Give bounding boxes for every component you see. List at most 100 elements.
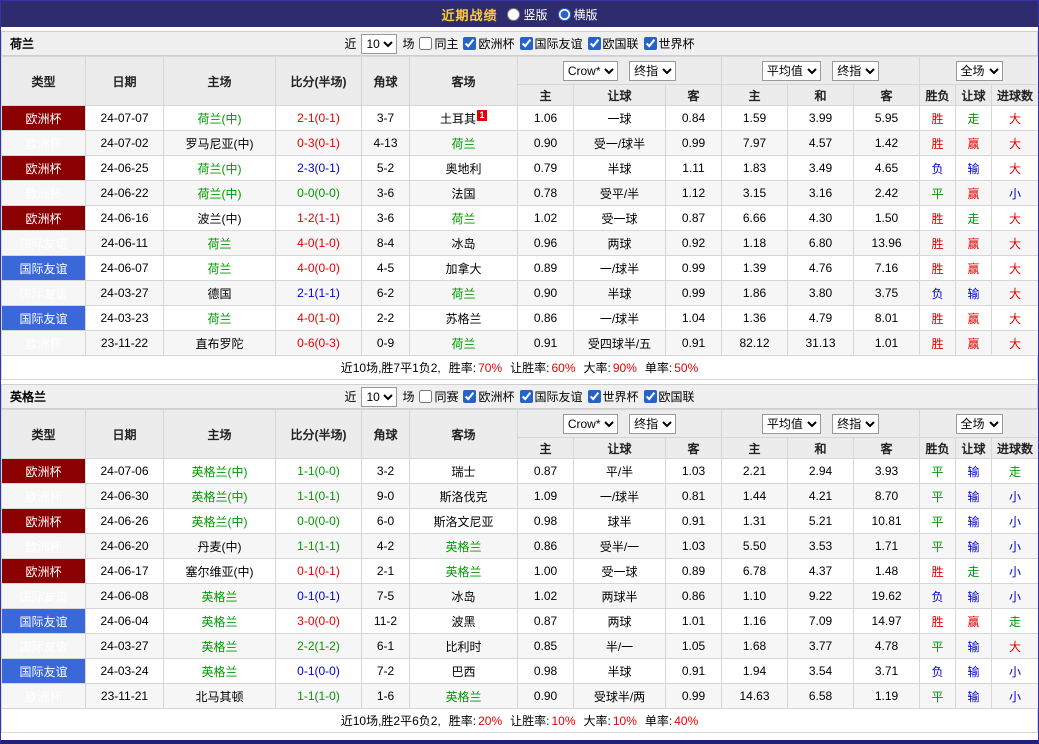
competition-filter[interactable]: 欧国联 [587, 35, 639, 52]
match-row: 国际友谊 24-06-08 英格兰 0-1(0-1) 7-5 冰岛 1.02 两球半 0.86 1… [1, 583, 1038, 609]
horizontal-layout-radio[interactable] [557, 7, 571, 21]
away-team-cell[interactable]: 英格兰 [409, 558, 518, 584]
home-team-cell[interactable]: 英格兰 [163, 608, 276, 634]
home-team-cell[interactable]: 英格兰(中) [163, 508, 276, 534]
home-team-cell[interactable]: 波兰(中) [163, 205, 276, 231]
odds-source-select[interactable]: Crow* [562, 60, 618, 81]
date-cell: 24-07-06 [85, 458, 164, 484]
result-wdl-cell: 胜 [919, 330, 957, 356]
vertical-layout-radio[interactable] [507, 7, 521, 21]
recent-count-select[interactable]: 10 [361, 386, 398, 407]
home-team-cell[interactable]: 荷兰(中) [163, 155, 276, 181]
home-team-cell[interactable]: 塞尔维亚(中) [163, 558, 276, 584]
competition-checkbox[interactable] [463, 37, 477, 50]
home-team-cell[interactable]: 北马其顿 [163, 683, 276, 709]
layout-option-horizontal[interactable]: 横版 [557, 6, 598, 23]
handicap-cell: 受球半/两 [573, 683, 666, 709]
odds-stage-select[interactable]: 终指 [629, 60, 677, 81]
competition-filter[interactable]: 欧国联 [643, 388, 695, 405]
summary-stat-label: 单率: [644, 714, 673, 728]
home-team-cell[interactable]: 荷兰 [163, 255, 276, 281]
competition-checkbox[interactable] [587, 390, 601, 403]
home-team-cell[interactable]: 荷兰 [163, 305, 276, 331]
summary-stat-value: 10% [612, 713, 637, 728]
competition-checkbox[interactable] [587, 37, 601, 50]
competition-checkbox[interactable] [643, 37, 657, 50]
recent-count-select[interactable]: 10 [361, 33, 398, 54]
competition-checkbox[interactable] [463, 390, 477, 403]
result-goals-cell: 小 [991, 533, 1038, 559]
home-team-cell[interactable]: 直布罗陀 [163, 330, 276, 356]
col-home: 主场 [163, 56, 276, 106]
home-team-cell[interactable]: 罗马尼亚(中) [163, 130, 276, 156]
scope-select[interactable]: 全场 [955, 60, 1003, 81]
away-team-cell[interactable]: 荷兰 [409, 205, 518, 231]
away-team-cell[interactable]: 英格兰 [409, 683, 518, 709]
average-select[interactable]: 平均值 [761, 413, 821, 434]
away-team-cell[interactable]: 奥地利 [409, 155, 518, 181]
odds-stage-select[interactable]: 终指 [629, 413, 677, 434]
home-team-cell[interactable]: 英格兰(中) [163, 458, 276, 484]
away-team-cell[interactable]: 瑞士 [409, 458, 518, 484]
home-team-cell[interactable]: 丹麦(中) [163, 533, 276, 559]
col-type: 类型 [1, 409, 86, 459]
competition-filter[interactable]: 欧洲杯 [463, 388, 515, 405]
competition-filter[interactable]: 世界杯 [587, 388, 639, 405]
home-team-cell[interactable]: 荷兰(中) [163, 105, 276, 131]
date-cell: 24-03-24 [85, 658, 164, 684]
competition-filter[interactable]: 世界杯 [643, 35, 695, 52]
competition-filter[interactable]: 欧洲杯 [463, 35, 515, 52]
scope-select-cell: 全场 [919, 409, 1038, 438]
away-team-cell[interactable]: 巴西 [409, 658, 518, 684]
col-result-goals: 进球数 [991, 84, 1038, 106]
away-team-cell[interactable]: 斯洛伐克 [409, 483, 518, 509]
handicap-cell: 一球 [573, 105, 666, 131]
layout-option-vertical[interactable]: 竖版 [507, 6, 548, 23]
same-filter-checkbox[interactable] [419, 37, 433, 50]
same-filter-checkbox[interactable] [419, 390, 433, 403]
home-team-cell[interactable]: 英格兰 [163, 658, 276, 684]
result-goals-cell: 小 [991, 180, 1038, 206]
home-team-cell[interactable]: 德国 [163, 280, 276, 306]
home-team-cell[interactable]: 英格兰 [163, 583, 276, 609]
competition-filter[interactable]: 国际友谊 [519, 35, 583, 52]
result-wdl-cell: 平 [919, 483, 957, 509]
away-team-cell[interactable]: 冰岛 [409, 583, 518, 609]
home-team-cell[interactable]: 英格兰 [163, 633, 276, 659]
col-result-wdl: 胜负 [919, 437, 957, 459]
competition-cell: 欧洲杯 [1, 155, 86, 181]
result-wdl-cell: 胜 [919, 305, 957, 331]
away-team-cell[interactable]: 苏格兰 [409, 305, 518, 331]
home-team-cell[interactable]: 英格兰(中) [163, 483, 276, 509]
competition-checkbox[interactable] [519, 390, 533, 403]
competition-filter[interactable]: 国际友谊 [519, 388, 583, 405]
match-row: 国际友谊 24-06-11 荷兰 4-0(1-0) 8-4 冰岛 0.96 两球 0.92 1.1… [1, 230, 1038, 256]
away-team-cell[interactable]: 加拿大 [409, 255, 518, 281]
away-team-cell[interactable]: 冰岛 [409, 230, 518, 256]
away-team-cell[interactable]: 荷兰 [409, 130, 518, 156]
away-team-cell[interactable]: 土耳其 1 [409, 105, 518, 131]
matches-table: 类型 日期 主场 比分(半场) 角球 客场 Crow* 终指 平均值 终指 全场… [1, 56, 1038, 356]
same-filter[interactable]: 同赛 [419, 388, 458, 405]
away-team-cell[interactable]: 比利时 [409, 633, 518, 659]
competition-checkbox[interactable] [519, 37, 533, 50]
same-filter[interactable]: 同主 [419, 35, 458, 52]
home-team-cell[interactable]: 荷兰(中) [163, 180, 276, 206]
away-team-cell[interactable]: 波黑 [409, 608, 518, 634]
avg-away-cell: 4.78 [853, 633, 921, 659]
odds-source-select[interactable]: Crow* [562, 413, 618, 434]
scope-select[interactable]: 全场 [955, 413, 1003, 434]
average-select[interactable]: 平均值 [761, 60, 821, 81]
home-team-cell[interactable]: 荷兰 [163, 230, 276, 256]
match-row: 欧洲杯 24-06-30 英格兰(中) 1-1(0-1) 9-0 斯洛伐克 1.09 一/球半… [1, 483, 1038, 509]
competition-cell: 欧洲杯 [1, 180, 86, 206]
away-team-cell[interactable]: 荷兰 [409, 280, 518, 306]
away-team-cell[interactable]: 法国 [409, 180, 518, 206]
competition-cell: 国际友谊 [1, 583, 86, 609]
average-stage-select[interactable]: 终指 [832, 60, 880, 81]
average-stage-select[interactable]: 终指 [832, 413, 880, 434]
away-team-cell[interactable]: 英格兰 [409, 533, 518, 559]
away-team-cell[interactable]: 斯洛文尼亚 [409, 508, 518, 534]
away-team-cell[interactable]: 荷兰 [409, 330, 518, 356]
competition-checkbox[interactable] [643, 390, 657, 403]
